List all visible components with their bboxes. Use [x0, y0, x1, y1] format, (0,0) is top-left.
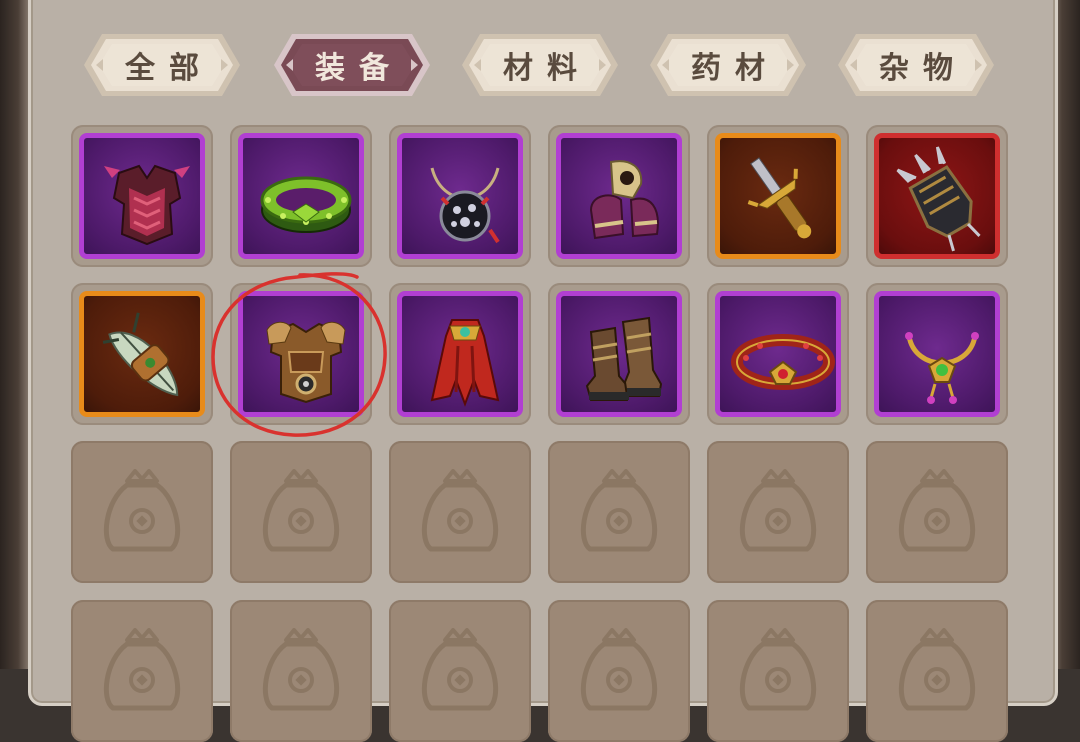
- rarity-frame-purple: [238, 291, 364, 417]
- inventory-slot-golden-dagger[interactable]: [707, 125, 849, 267]
- red-cloak-icon: [430, 319, 500, 407]
- gem-necklace-icon: [905, 332, 979, 404]
- inventory-slot-empty[interactable]: [548, 441, 690, 583]
- inventory-slot-empty[interactable]: [707, 600, 849, 742]
- tab-label: 药材: [691, 51, 779, 86]
- inventory-slot-empty[interactable]: [548, 600, 690, 742]
- inventory-slot-ruby-belt[interactable]: [707, 283, 849, 425]
- chest-armor-icon: [104, 164, 190, 246]
- inventory-slot-jade-ring[interactable]: [230, 125, 372, 267]
- tab-label: 材料: [503, 51, 591, 86]
- shoulder-guard-icon: [589, 160, 659, 240]
- money-bag-icon: [580, 469, 658, 552]
- rarity-frame-purple: [238, 133, 364, 259]
- bronze-armor-icon: [266, 321, 346, 404]
- rarity-frame-purple: [397, 291, 523, 417]
- money-bag-icon: [739, 469, 817, 552]
- tab-3[interactable]: 药材: [648, 30, 808, 100]
- money-bag-icon: [898, 469, 976, 552]
- inventory-slot-empty[interactable]: [230, 441, 372, 583]
- money-bag-icon: [739, 628, 817, 711]
- money-bag-icon: [262, 628, 340, 711]
- inventory-slot-leather-boots[interactable]: [548, 283, 690, 425]
- inventory-slot-empty[interactable]: [230, 600, 372, 742]
- inventory-slot-empty[interactable]: [389, 600, 531, 742]
- money-bag-icon: [421, 628, 499, 711]
- golden-dagger-icon: [747, 157, 812, 239]
- tab-0[interactable]: 全部: [82, 30, 242, 100]
- money-bag-icon: [262, 469, 340, 552]
- inventory-slot-chest-armor[interactable]: [71, 125, 213, 267]
- rarity-frame-orange: [79, 291, 205, 417]
- inventory-slot-red-cloak[interactable]: [389, 283, 531, 425]
- rarity-frame-purple: [715, 291, 841, 417]
- money-bag-icon: [421, 469, 499, 552]
- tab-label: 全部: [125, 51, 213, 86]
- money-bag-icon: [580, 628, 658, 711]
- feather-bracer-icon: [102, 312, 179, 397]
- dark-necklace-icon: [430, 167, 500, 244]
- tab-4[interactable]: 杂物: [836, 30, 996, 100]
- money-bag-icon: [898, 628, 976, 711]
- rarity-frame-purple: [874, 291, 1000, 417]
- inventory-slot-empty[interactable]: [866, 600, 1008, 742]
- inventory-slot-gem-necklace[interactable]: [866, 283, 1008, 425]
- inventory-slot-empty[interactable]: [866, 441, 1008, 583]
- tab-1[interactable]: 装备: [272, 30, 432, 100]
- money-bag-icon: [103, 628, 181, 711]
- jade-ring-icon: [260, 176, 352, 233]
- tab-label: 杂物: [879, 51, 967, 86]
- ruby-belt-icon: [731, 334, 835, 390]
- inventory-slot-feather-bracer[interactable]: [71, 283, 213, 425]
- rarity-frame-purple: [79, 133, 205, 259]
- money-bag-icon: [103, 469, 181, 552]
- rarity-frame-red: [874, 133, 1000, 259]
- rarity-frame-purple: [556, 133, 682, 259]
- leather-boots-icon: [585, 316, 663, 401]
- tab-2[interactable]: 材料: [460, 30, 620, 100]
- inventory-slot-empty[interactable]: [389, 441, 531, 583]
- rarity-frame-orange: [715, 133, 841, 259]
- spiked-gauntlet-icon: [896, 146, 981, 252]
- inventory-slot-shoulder-guard[interactable]: [548, 125, 690, 267]
- inventory-slot-empty[interactable]: [71, 441, 213, 583]
- background-left: [0, 0, 30, 669]
- tab-label: 装备: [315, 51, 403, 86]
- inventory-slot-spiked-gauntlet[interactable]: [866, 125, 1008, 267]
- inventory-slot-empty[interactable]: [707, 441, 849, 583]
- inventory-slot-dark-necklace[interactable]: [389, 125, 531, 267]
- rarity-frame-purple: [397, 133, 523, 259]
- inventory-slot-bronze-armor[interactable]: [230, 283, 372, 425]
- rarity-frame-purple: [556, 291, 682, 417]
- inventory-slot-empty[interactable]: [71, 600, 213, 742]
